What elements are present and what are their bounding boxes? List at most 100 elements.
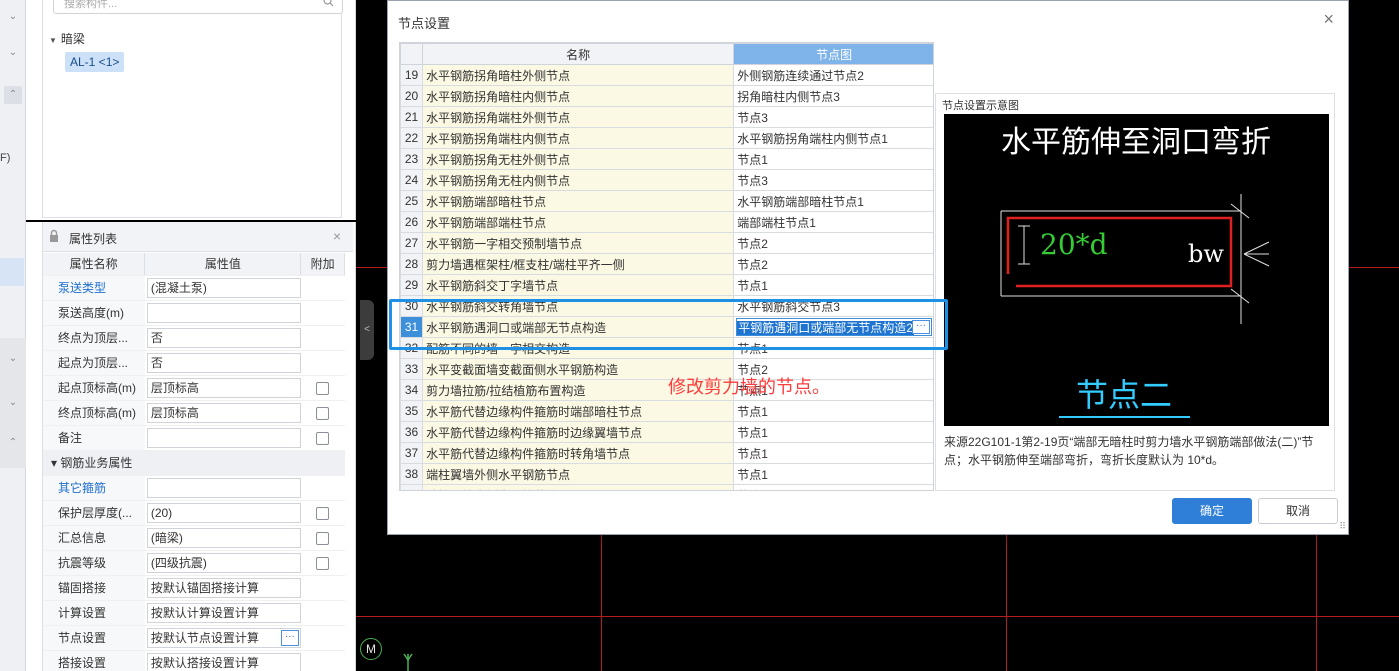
- node-row[interactable]: 36 水平筋代替边缘构件箍筋时边缘翼墙节点 节点1: [400, 421, 933, 443]
- node-diagram-cell[interactable]: 端部端柱节点1: [733, 211, 933, 233]
- node-diagram-cell[interactable]: 节点3: [733, 106, 933, 128]
- node-diagram-cell[interactable]: 节点1: [733, 148, 933, 170]
- property-value-field[interactable]: 按默认节点设置计算 ···: [146, 627, 301, 648]
- property-row[interactable]: 终点为顶层... 否: [43, 325, 345, 351]
- property-row[interactable]: 泵送高度(m): [43, 300, 345, 326]
- node-row[interactable]: 23 水平钢筋拐角无柱外侧节点 节点1: [400, 148, 933, 170]
- lock-icon[interactable]: [49, 229, 59, 243]
- node-row[interactable]: 30 水平钢筋斜交转角墙节点 水平钢筋斜交节点3: [400, 295, 933, 317]
- property-value-field[interactable]: 层顶标高: [146, 402, 301, 423]
- node-diagram-cell[interactable]: 节点2: [733, 358, 933, 380]
- node-diagram-cell[interactable]: 外侧钢筋连续通过节点2: [733, 64, 933, 86]
- chevron-down-icon[interactable]: ⌄: [4, 8, 22, 26]
- node-row[interactable]: 39端柱翼墙内侧水平筋节点节点1: [400, 484, 933, 490]
- node-row[interactable]: 24 水平钢筋拐角无柱内侧节点 节点3: [400, 169, 933, 191]
- tree-node-anliang[interactable]: ▼ 暗梁: [49, 30, 85, 47]
- close-icon[interactable]: ×: [333, 228, 341, 244]
- property-value-field[interactable]: 否: [146, 327, 301, 348]
- node-diagram-cell[interactable]: 水平钢筋端部暗柱节点1: [733, 190, 933, 212]
- chevron-up-icon[interactable]: ⌃: [4, 86, 22, 104]
- extra-checkbox[interactable]: [316, 531, 330, 545]
- node-row[interactable]: 20 水平钢筋拐角暗柱内侧节点 拐角暗柱内侧节点3: [400, 85, 933, 107]
- property-value-field[interactable]: 层顶标高: [146, 377, 301, 398]
- chevron-down-icon[interactable]: ⌄: [4, 394, 22, 412]
- node-row[interactable]: 33 水平变截面墙变截面侧水平钢筋构造 节点2: [400, 358, 933, 380]
- property-value-field[interactable]: (暗梁): [146, 527, 301, 548]
- collapse-triangle-icon[interactable]: ▼: [49, 36, 57, 45]
- panel-collapse-tab[interactable]: <: [360, 300, 374, 360]
- node-diagram-cell[interactable]: 节点1: [733, 463, 933, 485]
- ok-button[interactable]: 确定: [1172, 498, 1252, 524]
- more-options-icon[interactable]: ···: [912, 320, 930, 334]
- property-value-field[interactable]: 按默认搭接设置计算: [146, 652, 301, 671]
- node-diagram-cell[interactable]: 节点3: [733, 169, 933, 191]
- node-row[interactable]: 19 水平钢筋拐角暗柱外侧节点 外侧钢筋连续通过节点2: [400, 64, 933, 86]
- property-row[interactable]: 抗震等级 (四级抗震): [43, 550, 345, 576]
- collapse-triangle-icon[interactable]: ▾: [51, 456, 60, 470]
- selected-strip-item[interactable]: [0, 258, 24, 286]
- chevron-down-icon[interactable]: ⌄: [4, 44, 22, 62]
- property-value-field[interactable]: 按默认锚固搭接计算: [146, 577, 301, 598]
- search-input[interactable]: 搜索构件...: [53, 0, 343, 14]
- resize-grip-icon[interactable]: ⠿: [1339, 521, 1346, 532]
- property-row[interactable]: 终点顶标高(m) 层顶标高: [43, 400, 345, 426]
- property-value-field[interactable]: (四级抗震): [146, 552, 301, 573]
- node-row[interactable]: 29 水平钢筋斜交丁字墙节点 节点1: [400, 274, 933, 296]
- node-row[interactable]: 21 水平钢筋拐角端柱外侧节点 节点3: [400, 106, 933, 128]
- node-diagram-cell[interactable]: 节点1: [733, 337, 933, 359]
- node-diagram-cell[interactable]: 节点1: [733, 421, 933, 443]
- node-diagram-cell[interactable]: 节点2: [733, 253, 933, 275]
- node-diagram-cell[interactable]: 拐角暗柱内侧节点3: [733, 85, 933, 107]
- property-name[interactable]: 泵送类型: [43, 275, 145, 301]
- property-value-field[interactable]: (20): [146, 502, 301, 523]
- node-row[interactable]: 25 水平钢筋端部暗柱节点 水平钢筋端部暗柱节点1: [400, 190, 933, 212]
- property-row[interactable]: 泵送类型 (混凝土泵): [43, 275, 345, 301]
- extra-checkbox[interactable]: [316, 406, 330, 420]
- property-row[interactable]: 起点顶标高(m) 层顶标高: [43, 375, 345, 401]
- node-row[interactable]: 27 水平钢筋一字相交预制墙节点 节点2: [400, 232, 933, 254]
- node-diagram-cell[interactable]: 节点1: [733, 400, 933, 422]
- node-diagram-cell[interactable]: 节点1: [733, 274, 933, 296]
- property-value-field[interactable]: 按默认计算设置计算: [146, 602, 301, 623]
- extra-checkbox[interactable]: [316, 431, 330, 445]
- property-row[interactable]: 锚固搭接 按默认锚固搭接计算: [43, 575, 345, 601]
- property-value-field[interactable]: 否: [146, 352, 301, 373]
- property-value-field[interactable]: [146, 477, 301, 498]
- property-group-header[interactable]: ▾ 钢筋业务属性: [43, 450, 345, 476]
- search-icon[interactable]: [323, 0, 334, 7]
- node-diagram-cell[interactable]: 节点1: [733, 442, 933, 464]
- node-diagram-cell[interactable]: 水平钢筋拐角端柱内侧节点1: [733, 127, 933, 149]
- property-value-field[interactable]: [146, 427, 301, 448]
- property-row[interactable]: 保护层厚度(... (20): [43, 500, 345, 526]
- extra-checkbox[interactable]: [316, 381, 330, 395]
- node-diagram-cell[interactable]: 节点1: [733, 379, 933, 401]
- node-row[interactable]: 38 端柱翼墙外侧水平钢筋节点 节点1: [400, 463, 933, 485]
- more-options-icon[interactable]: ···: [280, 629, 299, 646]
- node-edit-field[interactable]: 平钢筋遇洞口或端部无节点构造2 ···: [736, 318, 932, 336]
- property-row[interactable]: 备注: [43, 425, 345, 451]
- node-row[interactable]: 37 水平筋代替边缘构件箍筋时转角墙节点 节点1: [400, 442, 933, 464]
- column-header-node[interactable]: 节点图: [733, 43, 933, 65]
- tree-item-al-1[interactable]: AL-1 <1>: [65, 52, 125, 72]
- node-row[interactable]: 28 剪力墙遇框架柱/框支柱/端柱平齐一侧 节点2: [400, 253, 933, 275]
- property-row[interactable]: 起点为顶层... 否: [43, 350, 345, 376]
- cancel-button[interactable]: 取消: [1258, 498, 1338, 524]
- chevron-up-icon[interactable]: ⌃: [4, 434, 22, 452]
- property-row[interactable]: 节点设置 按默认节点设置计算 ···: [43, 625, 345, 651]
- property-row[interactable]: 搭接设置 按默认搭接设置计算: [43, 650, 345, 671]
- extra-checkbox[interactable]: [316, 506, 330, 520]
- property-row[interactable]: 其它箍筋: [43, 475, 345, 501]
- property-name[interactable]: 其它箍筋: [43, 475, 145, 501]
- extra-checkbox[interactable]: [316, 556, 330, 570]
- close-icon[interactable]: ×: [1323, 9, 1334, 30]
- node-row[interactable]: 31 水平钢筋遇洞口或端部无节点构造 平钢筋遇洞口或端部无节点构造2 ···: [400, 316, 933, 338]
- node-row[interactable]: 35 水平筋代替边缘构件箍筋时端部暗柱节点 节点1: [400, 400, 933, 422]
- node-diagram-cell[interactable]: 平钢筋遇洞口或端部无节点构造2 ···: [733, 316, 933, 338]
- property-row[interactable]: 汇总信息 (暗梁): [43, 525, 345, 551]
- property-value-field[interactable]: [146, 302, 301, 323]
- node-row[interactable]: 22 水平钢筋拐角端柱内侧节点 水平钢筋拐角端柱内侧节点1: [400, 127, 933, 149]
- node-diagram-cell[interactable]: 节点1: [733, 484, 933, 490]
- node-row[interactable]: 34 剪力墙拉筋/拉结植筋布置构造 节点1: [400, 379, 933, 401]
- property-row[interactable]: 计算设置 按默认计算设置计算: [43, 600, 345, 626]
- node-row[interactable]: 32 配筋不同的墙一字相交构造 节点1: [400, 337, 933, 359]
